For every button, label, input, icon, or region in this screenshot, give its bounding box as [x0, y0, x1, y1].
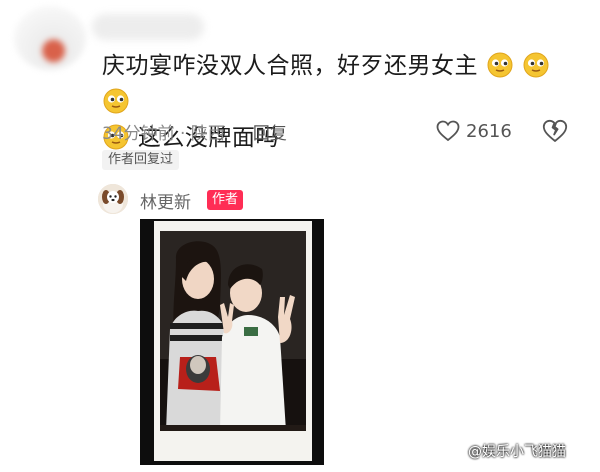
- comment-username[interactable]: [92, 14, 204, 40]
- like-button[interactable]: 2616: [436, 118, 512, 144]
- avatar[interactable]: [98, 184, 128, 214]
- emoji-icon: [523, 52, 549, 78]
- heart-icon: [436, 120, 460, 142]
- emoji-icon: [487, 52, 513, 78]
- watermark: @娱乐小飞猫猫: [468, 444, 566, 460]
- polaroid-photo[interactable]: [140, 219, 324, 465]
- author-badge: 作者: [207, 190, 244, 210]
- heart-broken-icon[interactable]: [542, 119, 568, 143]
- comment-avatar[interactable]: [14, 6, 86, 70]
- comment-line-1: 庆功宴咋没双人合照，好歹还男女主: [102, 53, 478, 79]
- author-replied-tag: 作者回复过: [102, 150, 180, 170]
- reply-username[interactable]: 林更新: [140, 188, 191, 213]
- like-count: 2616: [466, 120, 512, 142]
- comment-meta: 34分钟前 · 陕西 回复: [102, 118, 287, 144]
- comment-time-location: 34分钟前 · 陕西: [102, 123, 225, 144]
- emoji-icon: [103, 88, 129, 114]
- reply-button[interactable]: 回复: [253, 119, 287, 144]
